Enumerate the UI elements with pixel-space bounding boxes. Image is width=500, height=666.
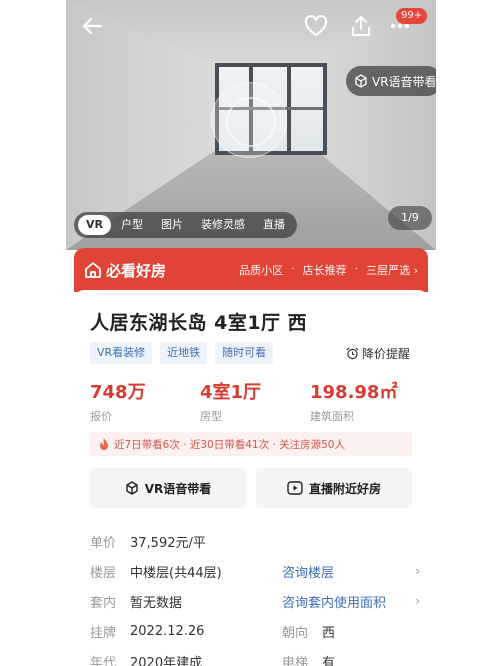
banner-brand-label: 必看好房 [106,261,167,280]
house-icon [85,262,101,278]
stat-label: 报价 [90,410,112,423]
heart-icon [304,15,328,36]
banner-tags: 品质小区 · 店长推荐 · 三层严选 › [239,262,418,278]
info-value: 2022.12.26 [130,623,205,639]
left-margin [0,0,66,666]
info-table: 单价 37,592元/平 楼层 中楼层(共44层) 咨询楼层 › 套内 暂无数据… [90,526,420,666]
stat-value: 748万 [90,382,146,403]
info-key: 电梯 [282,655,309,666]
info-key: 挂牌 [90,625,117,641]
tab-floorplan[interactable]: 户型 [113,215,151,235]
photo-counter: 1/9 [388,206,432,230]
popularity-bar: 近7日带看6次 · 近30日带看41次 · 关注房源50人 [90,432,412,456]
info-row-listing-date: 挂牌 2022.12.26 朝向 西 [90,616,420,646]
info-row-unit-price: 单价 37,592元/平 [90,526,420,556]
stat-value: 4室1厅 [200,382,262,403]
banner-tag: 店长推荐 [302,264,347,277]
vr-hotspot[interactable] [211,82,287,158]
stat-layout: 4室1厅 房型 [200,378,310,424]
key-stats: 748万 报价 4室1厅 房型 198.98㎡ 建筑面积 [90,378,420,424]
tab-vr[interactable]: VR [78,215,111,235]
favorite-button[interactable] [300,10,332,42]
must-see-banner[interactable]: 必看好房 品质小区 · 店长推荐 · 三层严选 › [74,248,428,292]
action-label: VR语音带看 [144,481,212,496]
action-label: 直播附近好房 [308,481,381,496]
app-screen: 99+ VR语音带看 VR 户型 图片 装修灵感 直播 1/9 必看好房 品质小… [66,0,436,666]
listing-card: 人居东湖长岛 4室1厅 西 VR看装修 近地铁 随时可看 降价提醒 748万 报… [74,290,428,666]
alarm-clock-icon [346,347,359,360]
info-value: 有 [322,655,336,666]
price-alert-label: 降价提醒 [362,347,411,361]
banner-brand: 必看好房 [84,260,166,281]
stat-label: 建筑面积 [310,410,354,423]
stat-area: 198.98㎡ 建筑面积 [310,378,420,424]
stat-price: 748万 报价 [90,378,200,424]
live-nearby-action[interactable]: 直播附近好房 [256,468,412,508]
info-value: 暂无数据 [130,595,183,611]
banner-tag: 品质小区 [239,264,284,277]
stat-label: 房型 [200,410,222,423]
info-value: 2020年建成 [130,655,203,666]
vr-voice-tour-button[interactable]: VR语音带看 [346,66,436,96]
chevron-right-icon: › [415,594,420,608]
info-row-year: 年代 2020年建成 电梯 有 [90,646,420,666]
arrow-left-icon [82,17,103,35]
banner-separator: · [291,262,295,275]
info-key: 套内 [90,595,117,611]
feature-chip: 近地铁 [160,342,208,364]
tab-decor-ideas[interactable]: 装修灵感 [193,215,253,235]
info-value: 中楼层(共44层) [130,565,222,581]
notification-badge: 99+ [396,8,428,24]
tab-live[interactable]: 直播 [255,215,293,235]
vr-cube-icon [355,74,367,88]
feature-chip: 随时可看 [215,342,274,364]
play-icon [287,481,303,495]
vr-voice-tour-action[interactable]: VR语音带看 [90,468,246,508]
info-key: 单价 [90,535,117,551]
popularity-text: 近7日带看6次 · 近30日带看41次 · 关注房源50人 [114,438,345,451]
info-row-floor: 楼层 中楼层(共44层) 咨询楼层 › [90,556,420,586]
share-button[interactable] [345,10,377,42]
hero-vr-photo[interactable]: 99+ VR语音带看 VR 户型 图片 装修灵感 直播 1/9 [66,0,436,250]
vr-voice-label: VR语音带看 [372,74,436,89]
info-key: 朝向 [282,625,309,641]
feature-chips: VR看装修 近地铁 随时可看 [90,342,274,364]
info-key: 楼层 [90,565,117,581]
banner-separator: · [354,262,359,275]
feature-chip: VR看装修 [90,342,153,364]
info-row-inner-area: 套内 暂无数据 咨询套内使用面积 › [90,586,420,616]
info-value: 37,592元/平 [130,535,206,551]
info-key: 年代 [90,655,117,666]
media-tabs: VR 户型 图片 装修灵感 直播 [74,212,297,238]
info-value: 西 [322,625,336,641]
page: 99+ VR语音带看 VR 户型 图片 装修灵感 直播 1/9 必看好房 品质小… [0,0,500,666]
share-icon [352,16,370,36]
back-button[interactable] [76,10,108,42]
ask-inner-area-link[interactable]: 咨询套内使用面积 [282,592,386,611]
banner-tag: 三层严选 › [366,264,418,277]
flame-icon [100,438,108,450]
stat-value: 198.98㎡ [310,382,398,403]
listing-title: 人居东湖长岛 4室1厅 西 [90,312,308,334]
vr-cube-icon [126,481,138,495]
price-alert-button[interactable]: 降价提醒 [346,345,410,362]
tab-photos[interactable]: 图片 [153,215,191,235]
chevron-right-icon: › [415,564,420,578]
right-margin [436,0,500,666]
ask-floor-link[interactable]: 咨询楼层 [282,562,334,581]
